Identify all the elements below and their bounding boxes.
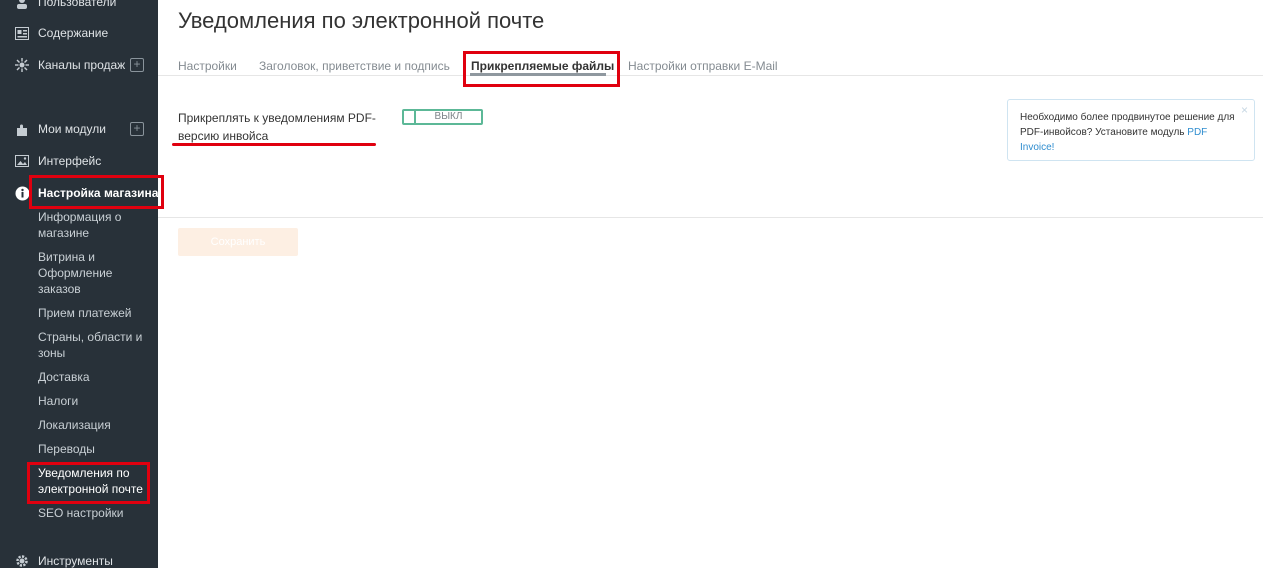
sidebar-item-users[interactable]: Пользователи bbox=[0, 0, 158, 14]
sidebar-subitem-translations[interactable]: Переводы bbox=[38, 441, 148, 457]
users-icon bbox=[14, 0, 30, 10]
add-icon[interactable]: + bbox=[130, 122, 144, 136]
sidebar-subitem-taxes[interactable]: Налоги bbox=[38, 393, 148, 409]
sidebar-subitem-countries[interactable]: Страны, области и зоны bbox=[38, 329, 148, 361]
tab-header-greeting-signature[interactable]: Заголовок, приветствие и подпись bbox=[259, 59, 450, 73]
pdf-invoice-promo: × Необходимо более продвинутое решение д… bbox=[1007, 99, 1255, 161]
image-icon bbox=[14, 153, 30, 169]
sidebar-item-label: Пользователи bbox=[38, 0, 117, 9]
sidebar-item-interface[interactable]: Интерфейс bbox=[0, 149, 158, 173]
sidebar-subitem-payments[interactable]: Прием платежей bbox=[38, 305, 148, 321]
attach-pdf-toggle[interactable]: ВЫКЛ bbox=[402, 109, 483, 125]
sidebar-item-modules[interactable]: Мои модули + bbox=[0, 117, 158, 141]
sidebar-subitem-store-info[interactable]: Информация о магазине bbox=[38, 209, 148, 241]
sidebar: Пользователи Содержание Каналы продаж + … bbox=[0, 0, 164, 568]
sidebar-item-sales-channels[interactable]: Каналы продаж + bbox=[0, 53, 158, 77]
gear-icon bbox=[14, 553, 30, 569]
tab-bar: Настройки Заголовок, приветствие и подпи… bbox=[158, 50, 1263, 76]
sidebar-item-label: Мои модули bbox=[38, 122, 106, 136]
sidebar-item-label: Каналы продаж bbox=[38, 58, 126, 72]
sidebar-subitem-seo[interactable]: SEO настройки bbox=[38, 505, 148, 521]
attach-pdf-label: Прикреплять к уведомлениям PDF-версию ин… bbox=[178, 111, 376, 143]
toggle-knob bbox=[404, 111, 416, 123]
add-icon[interactable]: + bbox=[130, 58, 144, 72]
highlight-box bbox=[27, 462, 150, 504]
tab-settings[interactable]: Настройки bbox=[178, 59, 237, 73]
sidebar-item-label: Инструменты bbox=[38, 554, 113, 568]
close-icon[interactable]: × bbox=[1241, 103, 1248, 118]
divider bbox=[158, 217, 1263, 218]
page-title: Уведомления по электронной почте bbox=[178, 8, 545, 33]
modules-icon bbox=[14, 121, 30, 137]
sidebar-subitem-storefront[interactable]: Витрина и Оформление заказов bbox=[38, 249, 128, 297]
main-content: Уведомления по электронной почте Настрой… bbox=[158, 0, 1263, 568]
toggle-state-label: ВЫКЛ bbox=[434, 111, 463, 122]
sidebar-item-label: Содержание bbox=[38, 26, 109, 40]
sales-channels-icon bbox=[14, 57, 30, 73]
sidebar-subitem-localization[interactable]: Локализация bbox=[38, 417, 148, 433]
highlight-box bbox=[463, 51, 620, 87]
info-icon bbox=[14, 185, 30, 201]
save-button[interactable]: Сохранить bbox=[178, 228, 298, 256]
sidebar-item-label: Интерфейс bbox=[38, 154, 102, 168]
highlight-underline bbox=[172, 143, 376, 146]
tab-email-sending[interactable]: Настройки отправки E-Mail bbox=[628, 59, 778, 73]
highlight-box bbox=[29, 175, 164, 209]
sidebar-item-tools[interactable]: Инструменты bbox=[0, 549, 158, 573]
content-icon bbox=[14, 25, 30, 41]
sidebar-subitem-shipping[interactable]: Доставка bbox=[38, 369, 148, 385]
sidebar-item-content[interactable]: Содержание bbox=[0, 21, 158, 45]
